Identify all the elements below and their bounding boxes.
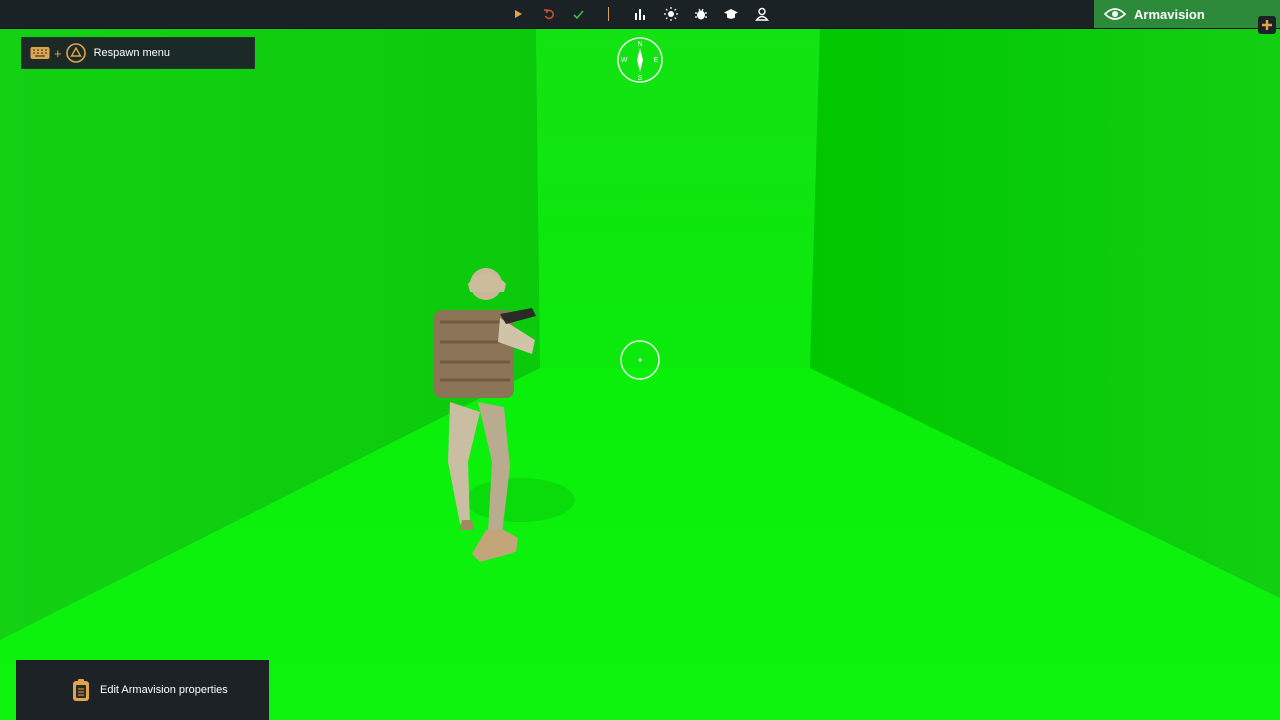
account-button[interactable] [751,4,773,24]
clipboard-icon [73,679,89,701]
play-button[interactable] [507,4,529,24]
debug-button[interactable] [690,4,712,24]
keyboard-icon [30,47,50,59]
edit-properties-panel[interactable]: Edit Armavision properties [16,660,269,720]
compass-north-label: N [637,41,642,48]
stats-button[interactable] [629,4,651,24]
plus-separator-icon: + [54,45,62,61]
lighting-button[interactable] [660,4,682,24]
reset-button[interactable] [537,4,559,24]
compass: N S W E [617,37,663,83]
toolbar-divider [608,7,609,21]
plus-icon [1262,20,1272,30]
compass-east-label: E [654,57,659,64]
tutorial-button[interactable] [720,4,742,24]
undo-icon [543,8,554,19]
armavision-mode-label: Armavision [1134,6,1205,22]
graduation-cap-icon [724,9,738,19]
compass-south-label: S [638,75,643,82]
confirm-button[interactable] [567,4,589,24]
stats-icon [635,9,645,20]
respawn-menu-hint[interactable]: + Respawn menu [21,37,255,69]
bug-icon [695,8,707,20]
eye-icon [1104,8,1126,20]
check-icon [572,9,584,19]
compass-west-label: W [621,57,628,64]
add-button[interactable] [1258,16,1276,34]
gamepad-triangle-icon [65,43,86,63]
play-icon [515,10,522,18]
top-toolbar: Armavision [0,0,1280,34]
user-icon [755,7,769,21]
respawn-menu-label: Respawn menu [93,47,171,59]
sun-icon [664,7,678,21]
edit-properties-label: Edit Armavision properties [100,684,228,696]
soldier-character [434,268,536,562]
armavision-mode-tab[interactable]: Armavision [1094,0,1280,28]
crosshair [620,340,660,380]
